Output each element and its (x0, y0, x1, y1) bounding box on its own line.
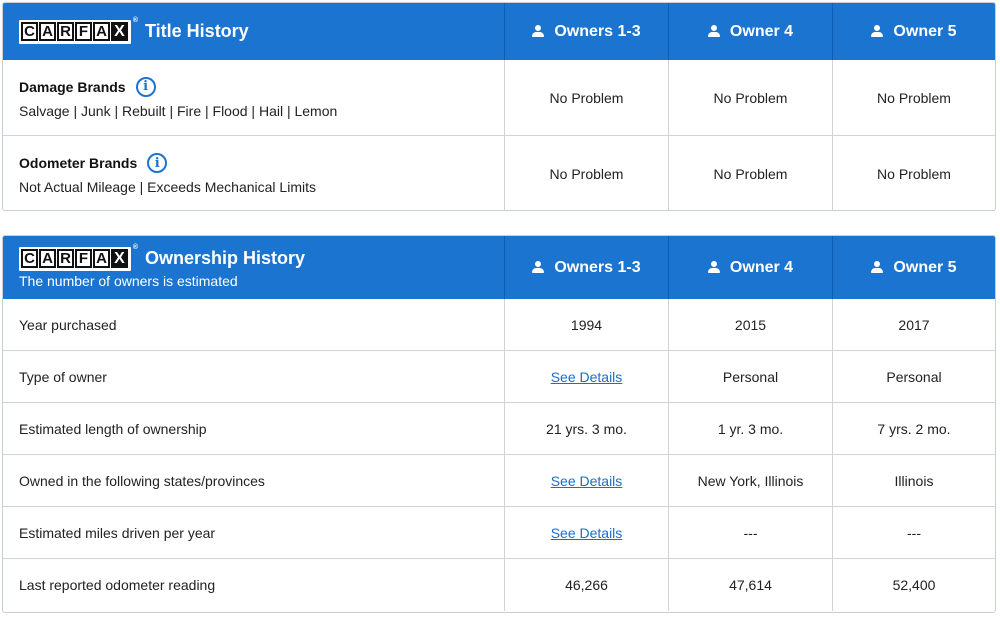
status-cell: No Problem (832, 60, 995, 135)
table-cell: 52,400 (832, 559, 995, 611)
table-cell: Personal (668, 351, 832, 402)
row-label: Estimated length of ownership (19, 420, 207, 437)
row-label: Year purchased (19, 316, 117, 333)
states-provinces-row: Owned in the following states/provinces … (3, 455, 995, 507)
damage-brands-row: Damage Brands i Salvage | Junk | Rebuilt… (3, 60, 995, 136)
status-cell: No Problem (668, 136, 832, 210)
info-icon[interactable]: i (147, 153, 168, 173)
table-cell: Illinois (832, 455, 995, 506)
row-label: Estimated miles driven per year (19, 524, 216, 541)
row-label: Type of owner (19, 368, 107, 385)
table-cell: 2015 (668, 299, 832, 350)
person-icon (532, 25, 545, 38)
table-cell: 21 yrs. 3 mo. (504, 403, 668, 454)
damage-brands-description: Salvage | Junk | Rebuilt | Fire | Flood … (19, 102, 338, 119)
person-icon (871, 25, 884, 38)
table-cell: 46,266 (504, 559, 668, 611)
status-cell: No Problem (504, 136, 668, 210)
table-cell: 2017 (832, 299, 995, 350)
damage-brands-label: Damage Brands (19, 78, 126, 95)
title-history-panel: CARFAX ® Title History Owners 1-3 Owner … (2, 2, 996, 211)
odometer-reading-row: Last reported odometer reading 46,266 47… (3, 559, 995, 611)
status-cell: No Problem (832, 136, 995, 210)
table-cell: New York, Illinois (668, 455, 832, 506)
row-label: Owned in the following states/provinces (19, 472, 265, 489)
section-title: Ownership History (145, 248, 306, 268)
year-purchased-row: Year purchased 1994 2015 2017 (3, 299, 995, 351)
carfax-logo: CARFAX ® (19, 17, 138, 44)
section-subtitle: The number of owners is estimated (19, 272, 238, 289)
table-cell: 1994 (504, 299, 668, 350)
status-cell: No Problem (668, 60, 832, 135)
status-cell: No Problem (504, 60, 668, 135)
column-header-owner-5: Owner 5 (832, 236, 995, 299)
see-details-link[interactable]: See Details (551, 473, 623, 489)
table-cell: 7 yrs. 2 mo. (832, 403, 995, 454)
column-header-owner-5: Owner 5 (832, 3, 995, 60)
ownership-history-panel: CARFAX ® Ownership History The number of… (2, 235, 996, 613)
person-icon (532, 261, 545, 274)
row-label: Last reported odometer reading (19, 577, 216, 593)
table-cell: 47,614 (668, 559, 832, 611)
table-cell: --- (668, 507, 832, 558)
info-icon[interactable]: i (135, 76, 156, 97)
table-cell: Personal (832, 351, 995, 402)
column-header-owner-4: Owner 4 (668, 236, 832, 299)
type-of-owner-row: Type of owner See Details Personal Perso… (3, 351, 995, 403)
person-icon (707, 261, 720, 274)
carfax-logo: CARFAX ® (19, 244, 138, 271)
column-header-owners-1-3: Owners 1-3 (504, 3, 668, 60)
column-header-owners-1-3: Owners 1-3 (504, 236, 668, 299)
odometer-brands-row: Odometer Brands i Not Actual Mileage | E… (3, 136, 995, 210)
section-title: Title History (145, 21, 249, 41)
see-details-link[interactable]: See Details (551, 369, 623, 385)
table-cell: --- (832, 507, 995, 558)
odometer-brands-description: Not Actual Mileage | Exceeds Mechanical … (19, 179, 316, 195)
odometer-brands-label: Odometer Brands (19, 155, 138, 171)
table-cell: 1 yr. 3 mo. (668, 403, 832, 454)
title-history-header: CARFAX ® Title History Owners 1-3 Owner … (3, 3, 995, 60)
miles-per-year-row: Estimated miles driven per year See Deta… (3, 507, 995, 559)
ownership-history-header: CARFAX ® Ownership History The number of… (3, 236, 995, 299)
person-icon (871, 261, 884, 274)
see-details-link[interactable]: See Details (551, 525, 623, 541)
length-of-ownership-row: Estimated length of ownership 21 yrs. 3 … (3, 403, 995, 455)
person-icon (707, 25, 720, 38)
column-header-owner-4: Owner 4 (668, 3, 832, 60)
